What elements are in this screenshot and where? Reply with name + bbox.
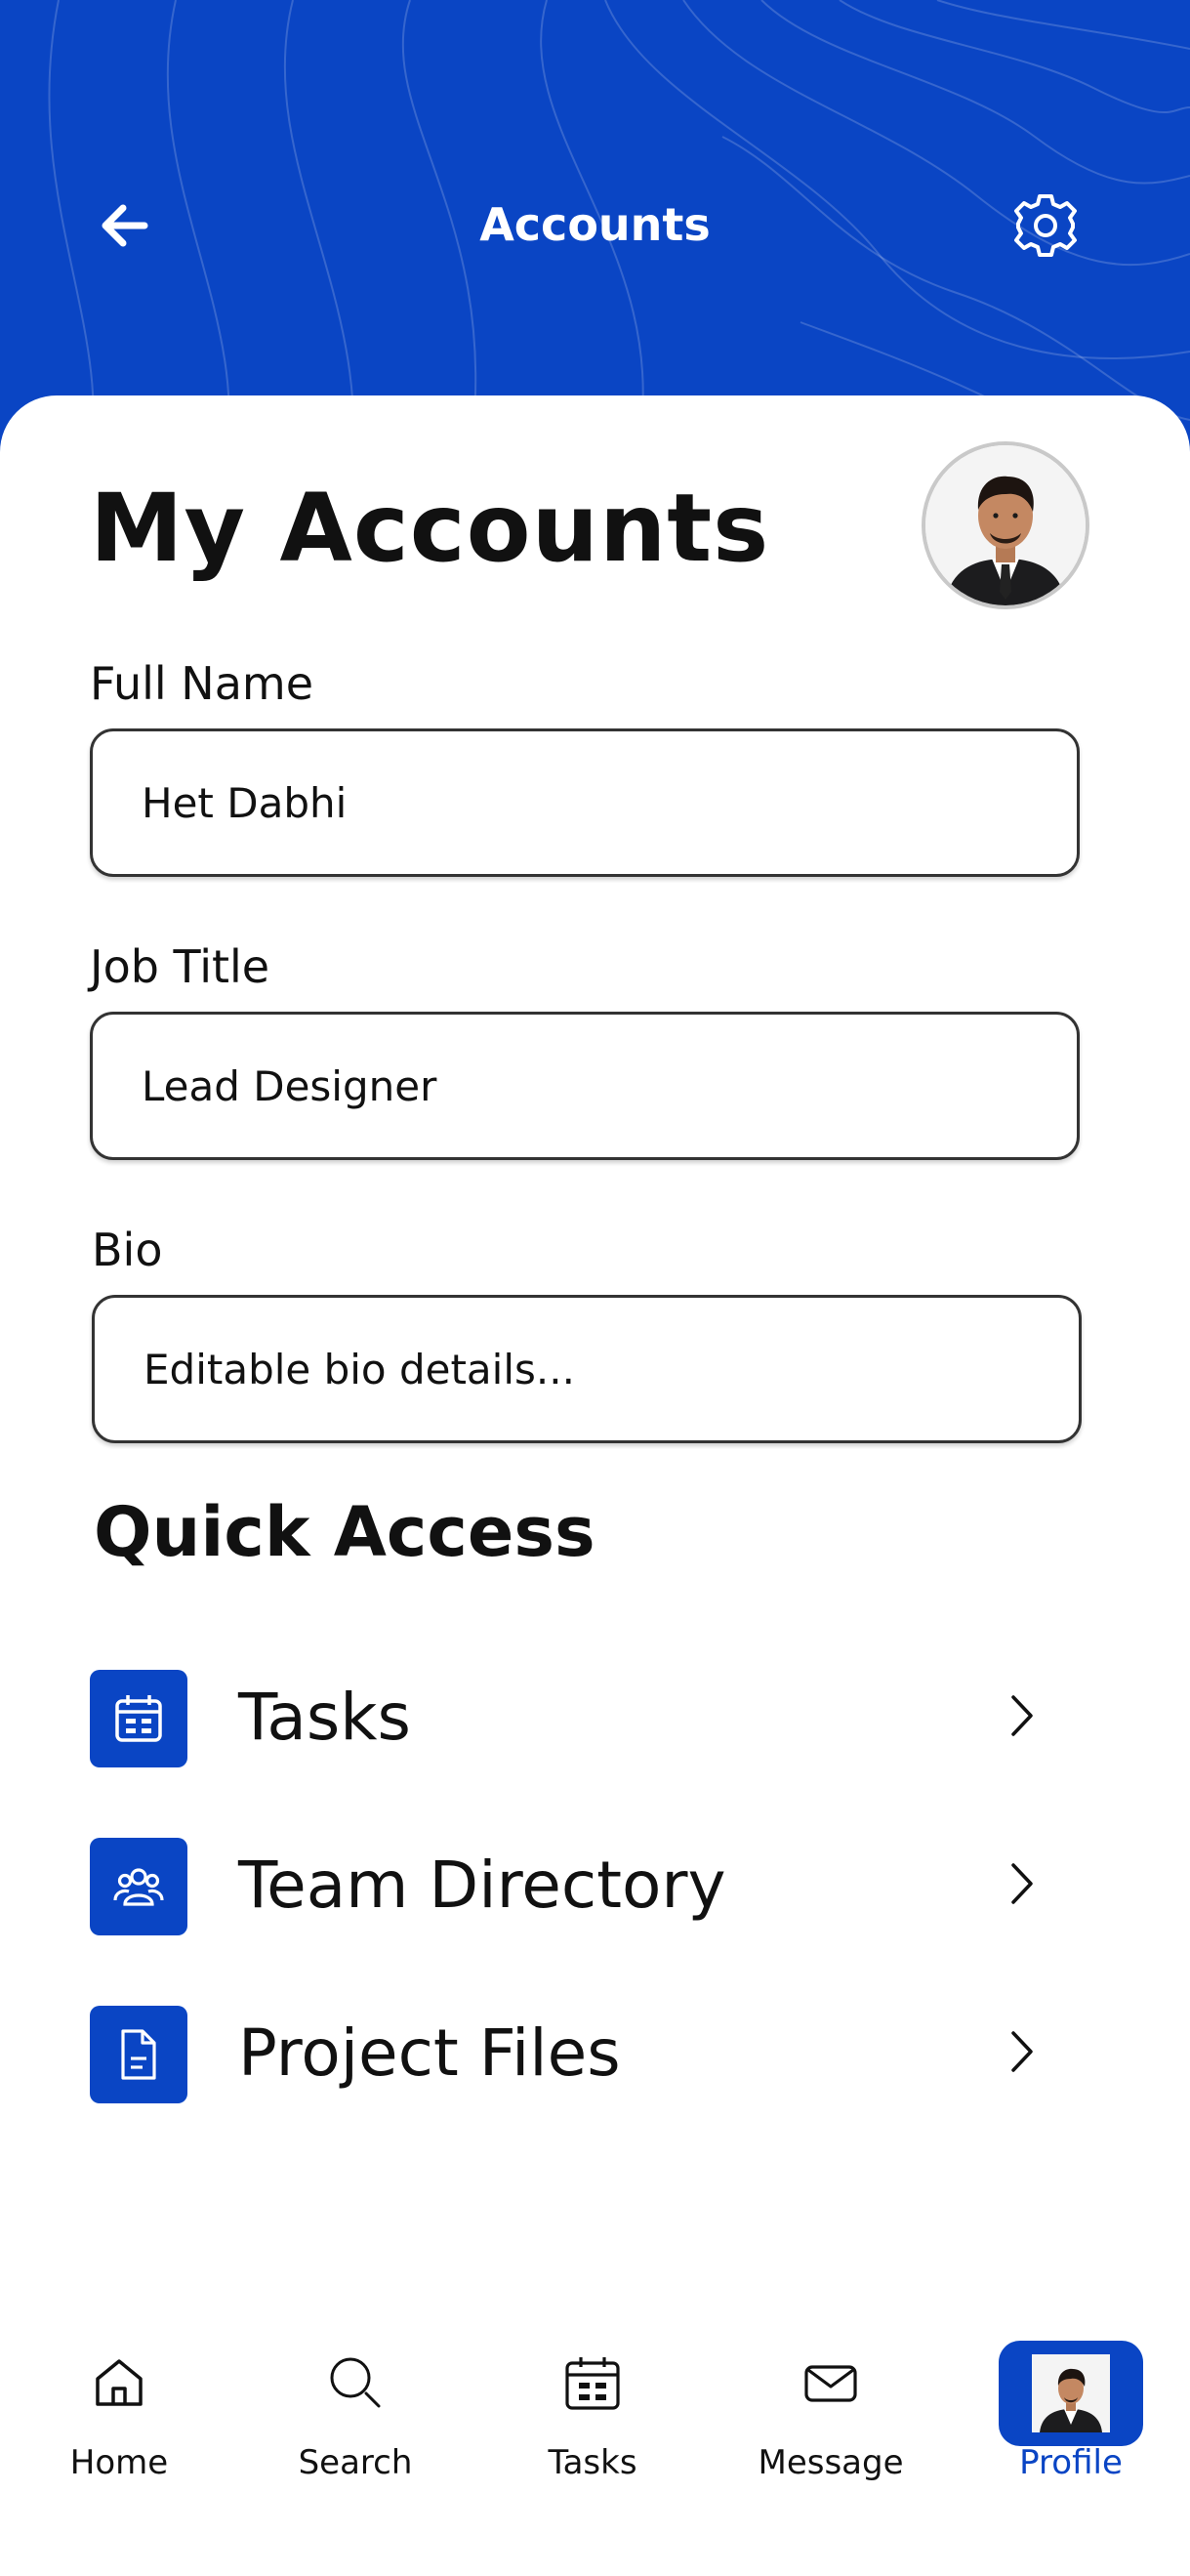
nav-item-search[interactable]: Search bbox=[258, 2324, 453, 2519]
nav-item-tasks[interactable]: Tasks bbox=[495, 2324, 690, 2519]
chevron-right-icon bbox=[1011, 1863, 1033, 1904]
home-icon bbox=[96, 2359, 143, 2406]
page-title: My Accounts bbox=[90, 474, 770, 583]
nav-label: Profile bbox=[1019, 2443, 1123, 2482]
profile-avatar bbox=[1032, 2354, 1110, 2432]
content-card bbox=[0, 395, 1190, 2576]
profile-pill bbox=[999, 2341, 1143, 2446]
quick-access-item-project-files[interactable]: Project Files bbox=[90, 1998, 1076, 2105]
calendar-icon bbox=[90, 1670, 187, 1767]
nav-label: Message bbox=[758, 2443, 904, 2482]
chevron-right-icon bbox=[1011, 1695, 1033, 1736]
calendar-icon bbox=[565, 2357, 620, 2410]
nav-item-home[interactable]: Home bbox=[21, 2324, 217, 2519]
gear-icon bbox=[1014, 194, 1077, 257]
quick-access-label: Team Directory bbox=[238, 1848, 726, 1923]
person-photo-icon bbox=[925, 445, 1086, 605]
settings-button[interactable] bbox=[1011, 191, 1080, 260]
bottom-nav: Home Search Tasks Message Profile bbox=[0, 2324, 1190, 2576]
quick-access-label: Tasks bbox=[238, 1680, 411, 1755]
mail-icon bbox=[804, 2365, 857, 2402]
nav-label: Search bbox=[298, 2443, 413, 2482]
chevron-right-icon bbox=[1011, 2031, 1033, 2072]
nav-label: Home bbox=[69, 2443, 169, 2482]
profile-avatar[interactable] bbox=[922, 441, 1089, 609]
quick-access-item-team-directory[interactable]: Team Directory bbox=[90, 1830, 1076, 1937]
full-name-input[interactable] bbox=[90, 728, 1080, 877]
nav-item-message[interactable]: Message bbox=[733, 2324, 928, 2519]
job-title-label: Job Title bbox=[90, 940, 270, 993]
nav-item-profile[interactable]: Profile bbox=[973, 2324, 1169, 2519]
bio-input[interactable] bbox=[92, 1295, 1082, 1443]
person-photo-icon bbox=[1032, 2354, 1110, 2432]
users-icon bbox=[90, 1838, 187, 1935]
job-title-input[interactable] bbox=[90, 1012, 1080, 1160]
bio-label: Bio bbox=[92, 1224, 163, 1276]
file-icon bbox=[90, 2006, 187, 2103]
search-icon bbox=[330, 2357, 381, 2408]
quick-access-item-tasks[interactable]: Tasks bbox=[90, 1662, 1076, 1769]
full-name-label: Full Name bbox=[90, 657, 313, 710]
quick-access-title: Quick Access bbox=[94, 1492, 595, 1572]
quick-access-label: Project Files bbox=[238, 2015, 621, 2091]
nav-label: Tasks bbox=[548, 2443, 637, 2482]
